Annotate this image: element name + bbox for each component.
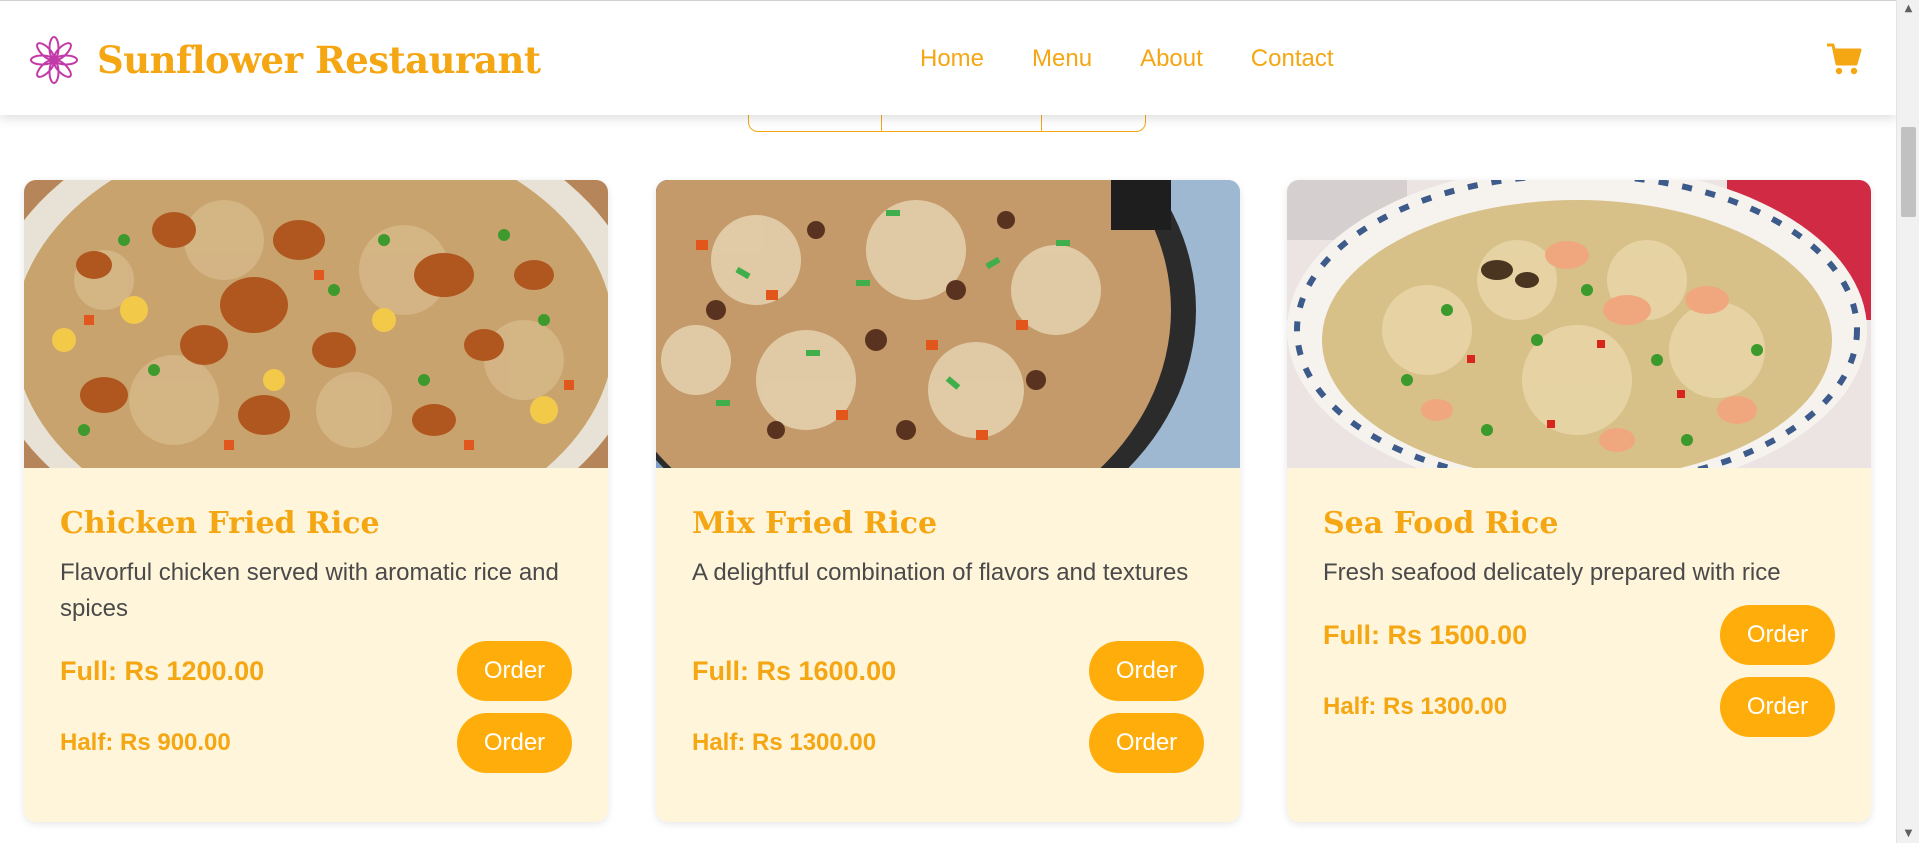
half-price: Half: Rs 1300.00 — [692, 729, 877, 756]
half-price: Half: Rs 1300.00 — [1323, 693, 1508, 720]
food-image — [1287, 180, 1871, 468]
full-price: Full: Rs 1200.00 — [60, 655, 265, 686]
half-price-row: Half: Rs 1300.00 Order — [692, 713, 1204, 773]
dish-description: Flavorful chicken served with aromatic r… — [60, 559, 559, 622]
full-price: Full: Rs 1500.00 — [1323, 619, 1528, 650]
scroll-thumb[interactable] — [1901, 127, 1916, 217]
dish-title: Chicken Fried Rice — [60, 506, 380, 541]
card-body: Mix Fried Rice A delightful combination … — [692, 506, 1204, 773]
half-price: Half: Rs 900.00 — [60, 729, 231, 756]
food-image — [656, 180, 1240, 468]
full-price-row: Full: Rs 1600.00 Order — [692, 641, 1204, 701]
order-half-button[interactable]: Order — [1089, 713, 1204, 773]
full-price-row: Full: Rs 1500.00 Order — [1323, 605, 1835, 665]
dish-title: Mix Fried Rice — [692, 506, 938, 541]
menu-card-mix-fried-rice: Mix Fried Rice A delightful combination … — [656, 180, 1240, 822]
order-full-button[interactable]: Order — [1720, 605, 1835, 665]
brand[interactable]: Sunflower Restaurant — [29, 35, 541, 85]
order-half-button[interactable]: Order — [1720, 677, 1835, 737]
cart-icon[interactable] — [1826, 42, 1862, 76]
page: Sunflower Restaurant Home Menu About Con… — [0, 0, 1896, 843]
sunflower-logo-icon — [30, 36, 78, 84]
menu-card-sea-food-rice: Sea Food Rice Fresh seafood delicately p… — [1287, 180, 1871, 822]
order-full-button[interactable]: Order — [1089, 641, 1204, 701]
nav-menu[interactable]: Menu — [1032, 45, 1092, 73]
scroll-up-icon[interactable]: ▲ — [1897, 0, 1919, 18]
menu-card-chicken-fried-rice: Chicken Fried Rice Flavorful chicken ser… — [24, 180, 608, 822]
scroll-down-icon[interactable]: ▼ — [1897, 825, 1919, 843]
dish-title: Sea Food Rice — [1323, 506, 1559, 541]
half-price-row: Half: Rs 900.00 Order — [60, 713, 572, 773]
dish-description: Fresh seafood delicately prepared with r… — [1323, 559, 1781, 586]
card-body: Chicken Fried Rice Flavorful chicken ser… — [60, 506, 572, 773]
full-price-row: Full: Rs 1200.00 Order — [60, 641, 572, 701]
nav-contact[interactable]: Contact — [1251, 45, 1334, 73]
food-image — [24, 180, 608, 468]
order-half-button[interactable]: Order — [457, 713, 572, 773]
brand-name: Sunflower Restaurant — [97, 38, 541, 82]
half-price-row: Half: Rs 1300.00 Order — [1323, 677, 1835, 737]
main-nav: Home Menu About Contact — [920, 45, 1382, 73]
vertical-scrollbar[interactable]: ▲ ▼ — [1896, 0, 1919, 843]
site-header: Sunflower Restaurant Home Menu About Con… — [0, 0, 1896, 115]
nav-about[interactable]: About — [1140, 45, 1203, 73]
full-price: Full: Rs 1600.00 — [692, 655, 897, 686]
order-full-button[interactable]: Order — [457, 641, 572, 701]
card-body: Sea Food Rice Fresh seafood delicately p… — [1323, 506, 1835, 737]
dish-description: A delightful combination of flavors and … — [692, 559, 1189, 586]
nav-home[interactable]: Home — [920, 45, 984, 73]
